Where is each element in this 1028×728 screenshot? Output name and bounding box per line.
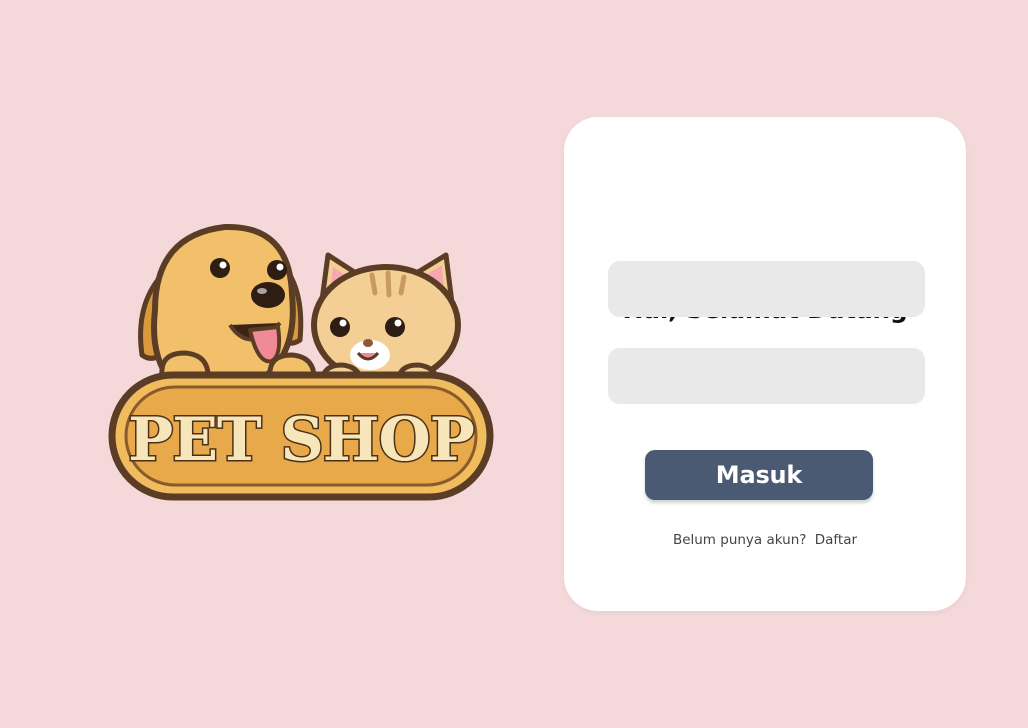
signup-prompt: Belum punya akun? Daftar (564, 532, 966, 548)
login-button[interactable]: Masuk (645, 450, 873, 500)
dog-illustration (138, 223, 317, 385)
logo-banner: PET SHOP (108, 371, 494, 501)
login-card: Hai, Selamat Datang Masuk Belum punya ak… (564, 117, 966, 611)
username-field[interactable] (608, 261, 925, 317)
signup-prompt-text: Belum punya akun? (672, 532, 807, 548)
login-page: PET SHOP Hai, Selamat Datang Masuk Belum… (0, 0, 1028, 728)
signup-link[interactable]: Daftar (815, 532, 857, 548)
pet-shop-logo: PET SHOP (100, 215, 500, 515)
password-field[interactable] (608, 348, 925, 404)
logo-text: PET SHOP (128, 405, 474, 475)
cat-illustration (311, 252, 461, 394)
